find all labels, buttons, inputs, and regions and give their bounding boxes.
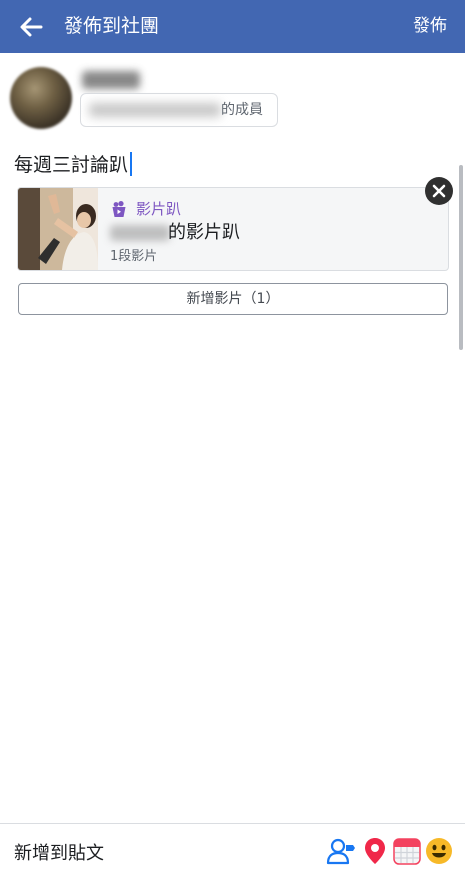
audience-selector[interactable]: 的成員 xyxy=(80,93,278,127)
composer-text: 每週三討論趴 xyxy=(14,154,129,176)
back-arrow-icon xyxy=(20,17,43,37)
page-title: 發佈到社團 xyxy=(64,15,160,37)
post-button[interactable]: 發佈 xyxy=(413,15,447,37)
watch-party-label: 影片趴 xyxy=(136,200,182,218)
video-thumbnail xyxy=(18,188,98,270)
remove-attachment-button[interactable] xyxy=(425,177,453,205)
back-button[interactable] xyxy=(14,10,48,44)
top-app-bar: 發佈到社團 發佈 xyxy=(0,0,465,53)
watch-party-title: 的影片趴 xyxy=(168,222,240,243)
close-icon xyxy=(432,184,446,198)
text-caret xyxy=(130,152,133,176)
composer-text-input[interactable]: 每週三討論趴 xyxy=(14,152,133,178)
owner-name-redacted xyxy=(110,225,170,241)
tag-people-icon[interactable] xyxy=(326,836,356,866)
avatar[interactable] xyxy=(10,67,72,129)
feeling-emoji-icon[interactable] xyxy=(424,836,454,866)
scrollbar[interactable] xyxy=(459,165,463,350)
video-count: 1段影片 xyxy=(110,249,158,264)
group-name-redacted xyxy=(89,103,221,117)
party-cup-icon xyxy=(112,201,126,217)
author-row: 的成員 xyxy=(0,53,465,141)
event-calendar-icon[interactable] xyxy=(392,836,422,866)
author-name-redacted xyxy=(82,71,140,89)
add-video-button[interactable]: 新增影片（1） xyxy=(18,283,448,315)
watch-party-card[interactable]: 影片趴 的影片趴 1段影片 xyxy=(17,187,449,271)
location-pin-icon[interactable] xyxy=(360,836,390,866)
add-to-post-label: 新增到貼文 xyxy=(14,843,104,864)
audience-label: 的成員 xyxy=(221,102,263,118)
add-to-post-bar: 新增到貼文 xyxy=(0,823,465,881)
